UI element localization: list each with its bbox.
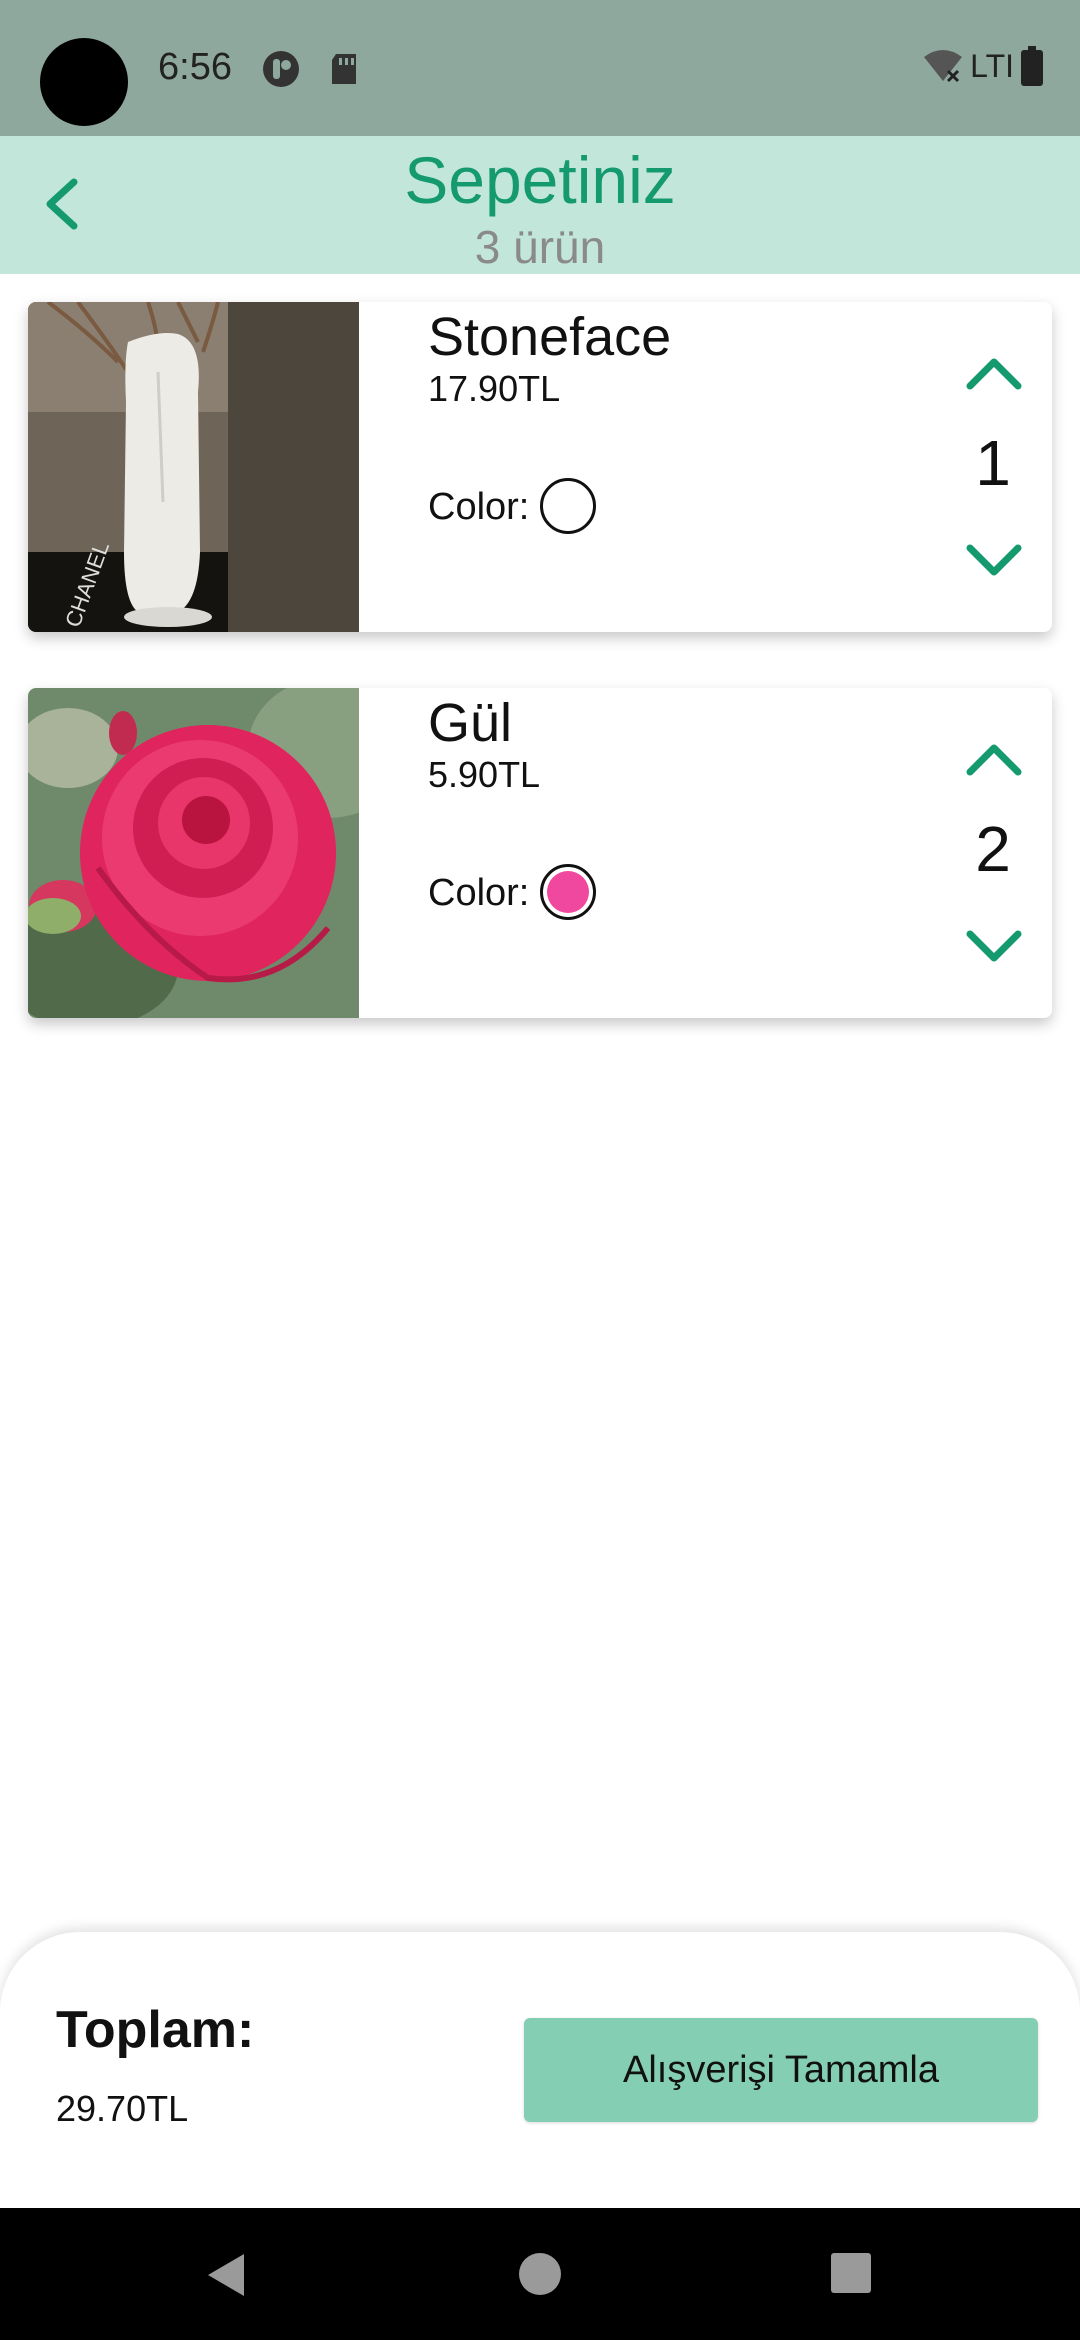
total-label: Toplam:	[56, 2001, 255, 2059]
item-name: Stoneface	[428, 307, 672, 367]
item-name: Gül	[428, 693, 513, 753]
network-label: LTI	[970, 47, 1014, 84]
color-label: Color:	[428, 486, 530, 528]
color-swatch[interactable]	[540, 478, 596, 534]
page-title: Sepetiniz	[404, 143, 676, 217]
app-notification-icon	[263, 51, 299, 87]
quantity-decrease-button[interactable]	[964, 928, 1024, 968]
quantity-increase-button[interactable]	[964, 738, 1024, 778]
triangle-back-icon	[208, 2254, 244, 2296]
square-recents-icon	[831, 2253, 871, 2293]
circle-home-icon	[519, 2253, 561, 2295]
chevron-up-icon	[966, 358, 1022, 390]
total-value: 29.70TL	[56, 2088, 189, 2129]
checkout-button[interactable]: Alışverişi Tamamla	[524, 2018, 1038, 2122]
cart-item[interactable]: CHANEL Stoneface 17.90TL Color: 1	[28, 302, 1052, 632]
color-label: Color:	[428, 872, 530, 914]
nav-back-button[interactable]	[204, 2252, 248, 2298]
status-time: 6:56	[158, 46, 232, 88]
sd-card-icon	[332, 54, 356, 84]
quantity-value: 1	[975, 427, 1011, 499]
quantity-value: 2	[975, 813, 1011, 885]
quantity-decrease-button[interactable]	[964, 542, 1024, 582]
status-right-group: LTI	[922, 46, 1044, 86]
checkout-footer: Toplam: 29.70TL Alışverişi Tamamla	[0, 1932, 1080, 2208]
chevron-up-icon	[966, 744, 1022, 776]
wifi-off-icon	[924, 50, 963, 83]
system-nav-bar	[0, 2208, 1080, 2340]
status-bar: 6:56 LTI	[0, 0, 1080, 136]
page-subtitle: 3 ürün	[474, 221, 606, 273]
nav-home-button[interactable]	[518, 2252, 562, 2296]
product-image-rose	[28, 688, 359, 1018]
chevron-down-icon	[966, 930, 1022, 962]
product-image-vase: CHANEL	[28, 302, 359, 632]
camera-cutout	[40, 38, 128, 126]
battery-icon	[1021, 46, 1043, 86]
cart-item[interactable]: Gül 5.90TL Color: 2	[28, 688, 1052, 1018]
quantity-increase-button[interactable]	[964, 352, 1024, 392]
chevron-down-icon	[966, 544, 1022, 576]
nav-recents-button[interactable]	[830, 2252, 872, 2294]
color-swatch[interactable]	[540, 864, 596, 920]
app-bar: Sepetiniz 3 ürün	[0, 136, 1080, 274]
item-price: 5.90TL	[428, 754, 541, 795]
item-price: 17.90TL	[428, 368, 561, 409]
